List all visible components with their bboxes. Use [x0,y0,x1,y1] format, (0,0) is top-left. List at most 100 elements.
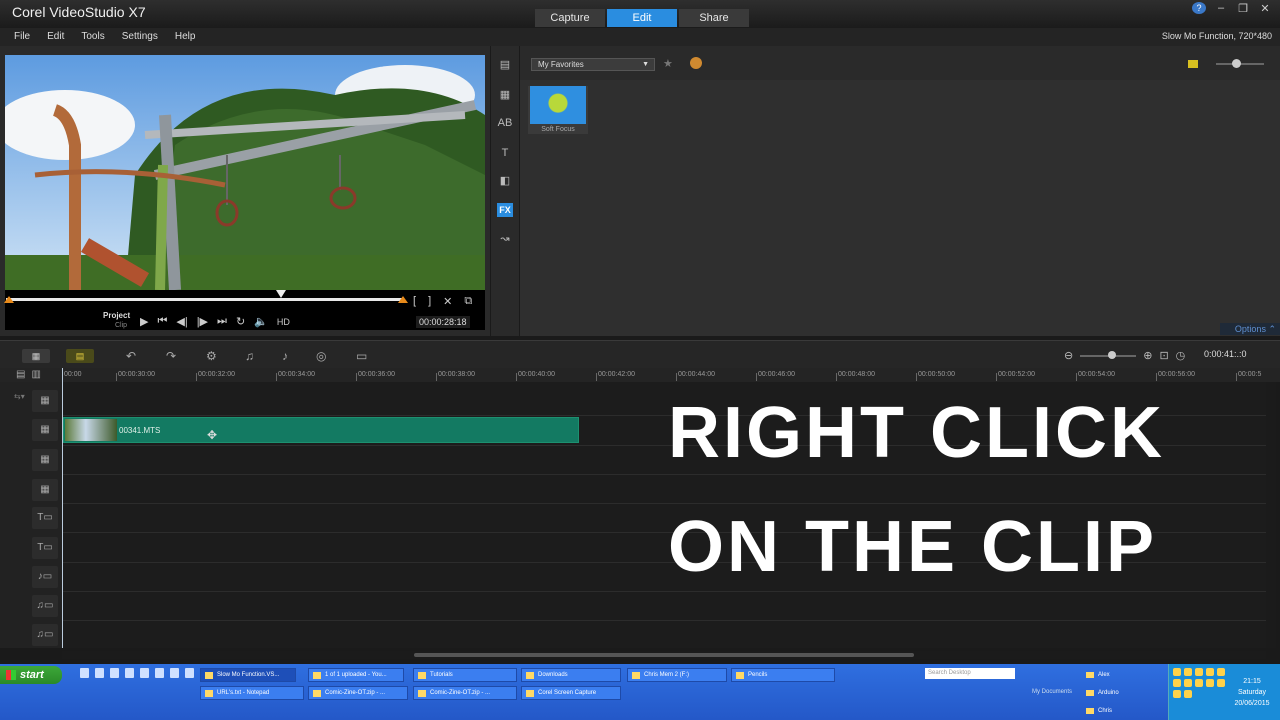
taskbar-button[interactable]: URL's.txt - Notepad [200,686,304,700]
subtitle-editor-icon[interactable]: ▭ [356,349,367,363]
tab-capture[interactable]: Capture [535,9,605,27]
quick-launch-icon[interactable] [185,668,194,678]
split-icon[interactable]: ✕ [443,295,452,308]
filter-fx-icon[interactable]: FX [497,203,513,217]
zoom-slider[interactable] [1080,350,1137,359]
smartpackage-icon[interactable]: ⚙ [206,349,217,363]
folder-shortcut[interactable]: Alex [1086,672,1119,690]
menu-tools[interactable]: Tools [81,31,104,42]
tray-icon[interactable] [1173,679,1181,687]
project-mode-label[interactable]: Project [103,311,130,320]
taskbar-button[interactable]: Tutorials [413,668,517,682]
tray-icon[interactable] [1173,690,1181,698]
play-icon[interactable]: ▶ [140,315,148,328]
menu-edit[interactable]: Edit [47,31,64,42]
taskbar-clock[interactable]: 21:15 Saturday 20/06/2015 [1227,676,1277,709]
storyboard-view-button[interactable]: ▦ [22,349,50,363]
timeline-timecode[interactable]: 0:00:41:.:0 [1204,349,1247,359]
graphic-icon[interactable]: ◧ [497,174,513,188]
previous-frame-icon[interactable]: ◀| [176,315,187,328]
title-track-head-1[interactable]: T▭ [32,507,58,529]
title-track-head-2[interactable]: T▭ [32,537,58,559]
taskbar-button[interactable]: Chris Mem 2 (F:) [627,668,727,682]
title-icon[interactable]: T [497,146,513,160]
timeline-ruler[interactable]: ▤ ▥ 00:00 00:00:30:00 00:00:32:00 00:00:34:… [0,368,1280,382]
mark-out-icon[interactable]: ] [428,295,431,308]
desktop-search-input[interactable]: Search Desktop [925,668,1015,679]
music-track-head-2[interactable]: ♫▭ [32,624,58,646]
video-track-head[interactable]: ▦ [32,390,58,412]
timeline-view-button[interactable]: ▤ [66,349,94,363]
my-documents-label[interactable]: My Documents [1032,689,1072,695]
video-clip[interactable]: 00341.MTS [63,417,579,443]
scrub-handle[interactable] [275,290,286,298]
voice-track-head[interactable]: ♪▭ [32,566,58,588]
taskbar-button[interactable]: Corel Screen Capture [521,686,621,700]
playhead[interactable] [62,368,63,648]
tray-icon[interactable] [1184,668,1192,676]
tray-icon[interactable] [1184,690,1192,698]
tray-icon[interactable] [1206,679,1214,687]
timeline-vertical-scrollbar[interactable] [1266,382,1276,648]
folder-shortcut[interactable]: Chris [1086,708,1119,720]
restore-icon[interactable]: ❐ [1236,2,1250,15]
menu-file[interactable]: File [14,31,30,42]
minimize-icon[interactable]: – [1214,2,1228,15]
tray-icon[interactable] [1173,668,1181,676]
zoom-handle[interactable] [1108,350,1117,359]
tray-icon[interactable] [1206,668,1214,676]
music-track-head-1[interactable]: ♫▭ [32,595,58,617]
hd-toggle[interactable]: HD [277,317,290,327]
scrub-bar[interactable] [6,298,404,301]
home-icon[interactable]: ⏮ [157,315,167,328]
tab-edit[interactable]: Edit [607,9,677,27]
view-toggle-icon[interactable] [1188,60,1198,68]
quick-launch-icon[interactable] [80,668,89,678]
quick-launch-icon[interactable] [110,668,119,678]
timeline-horizontal-scrollbar[interactable] [62,651,1266,659]
add-favorite-icon[interactable]: ★ [663,57,673,70]
taskbar-button[interactable]: Pencils [731,668,835,682]
tray-icon[interactable] [1184,679,1192,687]
taskbar-button[interactable]: Comic-Zine-OT.zip - ... [308,686,408,700]
overlay-track-head-3[interactable]: ▦ [32,479,58,501]
volume-icon[interactable]: 🔈 [254,315,268,328]
auto-music-icon[interactable]: ♪ [282,349,288,363]
undo-icon[interactable]: ↶ [126,349,136,363]
enlarge-icon[interactable]: ⧉ [464,295,472,308]
options-button[interactable]: Options ⌃ [1220,323,1280,335]
trim-start-marker[interactable] [4,296,14,303]
fit-project-icon[interactable]: ⊡ [1159,349,1168,362]
menu-help[interactable]: Help [175,31,196,42]
show-all-tracks-icon[interactable]: ▤ [16,369,25,380]
get-more-icon[interactable] [690,57,702,69]
transition-icon[interactable]: AB [497,116,513,130]
start-button[interactable]: start [0,666,62,684]
video-preview[interactable] [5,55,485,330]
tray-icon[interactable] [1217,679,1225,687]
zoom-out-icon[interactable]: ⊖ [1064,349,1073,362]
redo-icon[interactable]: ↷ [166,349,176,363]
next-frame-icon[interactable]: |▶ [197,315,208,328]
thumbnail-size-handle[interactable] [1232,59,1241,68]
taskbar-button[interactable]: Comic-Zine-OT.zip - ... [413,686,517,700]
audio-mixer-icon[interactable]: ♫ [245,349,254,363]
clip-mode-label[interactable]: Clip [115,322,127,329]
taskbar-button[interactable]: Downloads [521,668,621,682]
tray-icon[interactable] [1217,668,1225,676]
media-icon[interactable]: ▤ [497,58,513,72]
mark-in-icon[interactable]: [ [413,295,416,308]
quick-launch-icon[interactable] [125,668,134,678]
library-item[interactable]: Soft Focus [528,86,588,134]
trim-end-marker[interactable] [398,296,408,303]
close-icon[interactable]: ✕ [1258,2,1272,15]
quick-launch-icon[interactable] [140,668,149,678]
quick-launch-icon[interactable] [95,668,104,678]
folder-shortcut[interactable]: Arduino [1086,690,1119,708]
tray-icon[interactable] [1195,668,1203,676]
overlay-track-head-1[interactable]: ▦ [32,419,58,441]
repeat-icon[interactable]: ↻ [236,315,245,328]
taskbar-button[interactable]: 1 of 1 uploaded - You... [308,668,404,682]
instant-project-icon[interactable]: ▦ [497,88,513,102]
motion-tracking-icon[interactable]: ◎ [316,349,326,363]
